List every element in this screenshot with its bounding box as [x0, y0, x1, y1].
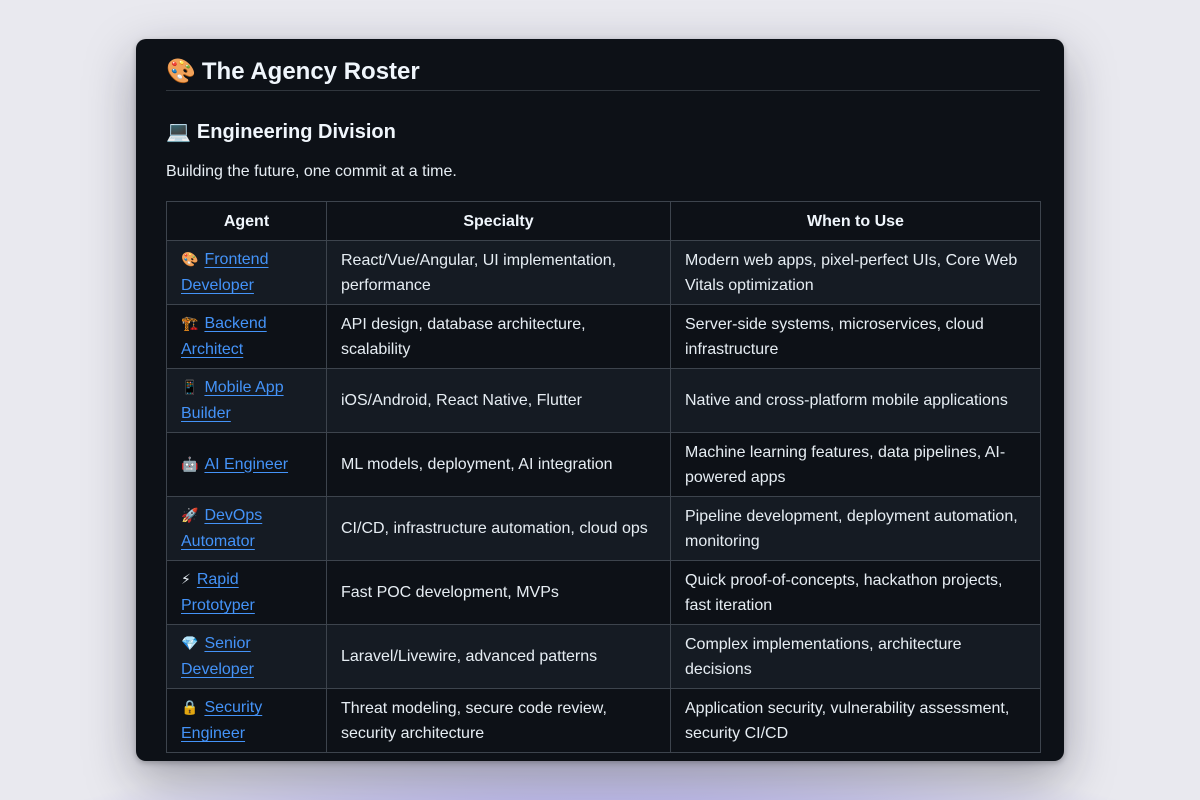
- agent-cell: 🔒 Security Engineer: [166, 688, 327, 753]
- specialty-cell: Threat modeling, secure code review, sec…: [326, 688, 671, 753]
- agent-roster-table: Agent Specialty When to Use 🎨 Frontend De…: [166, 201, 1041, 753]
- when-to-use-cell: Machine learning features, data pipeline…: [670, 432, 1041, 497]
- specialty-cell: CI/CD, infrastructure automation, cloud …: [326, 496, 671, 561]
- specialty-cell: Fast POC development, MVPs: [326, 560, 671, 625]
- agent-cell: ⚡ Rapid Prototyper: [166, 560, 327, 625]
- agent-link[interactable]: Rapid Prototyper: [181, 571, 255, 614]
- mobile-phone-icon: 📱: [181, 380, 199, 396]
- when-to-use-cell: Modern web apps, pixel-perfect UIs, Core…: [670, 240, 1041, 305]
- agent-cell: 🏗️ Backend Architect: [166, 304, 327, 369]
- table-row: ⚡ Rapid Prototyper Fast POC development, M…: [166, 560, 1041, 625]
- table-row: 🔒 Security Engineer Threat modeling, secur…: [166, 688, 1041, 753]
- table-row: 🤖 AI Engineer ML models, deployment, AI in…: [166, 432, 1041, 497]
- table-row: 💎 Senior Developer Laravel/Livewire, advan…: [166, 624, 1041, 689]
- palette-icon: 🎨: [166, 57, 196, 85]
- section-heading: 💻 Engineering Division: [166, 116, 396, 146]
- specialty-cell: ML models, deployment, AI integration: [326, 432, 671, 497]
- title-divider: [166, 90, 1040, 91]
- specialty-cell: Laravel/Livewire, advanced patterns: [326, 624, 671, 689]
- specialty-cell: React/Vue/Angular, UI implementation, pe…: [326, 240, 671, 305]
- column-header-specialty: Specialty: [326, 201, 671, 241]
- table-row: 🚀 DevOps Automator CI/CD, infrastructure a…: [166, 496, 1041, 561]
- robot-icon: 🤖: [181, 456, 199, 473]
- laptop-icon: 💻: [166, 119, 191, 143]
- construction-crane-icon: 🏗️: [181, 316, 199, 332]
- agent-cell: 💎 Senior Developer: [166, 624, 327, 689]
- palette-icon: 🎨: [181, 252, 199, 268]
- table-row: 🎨 Frontend Developer React/Vue/Angular, UI…: [166, 240, 1041, 305]
- document-window: 🎨 The Agency Roster 💻 Engineering Division…: [136, 39, 1064, 761]
- when-to-use-cell: Server-side systems, microservices, clou…: [670, 304, 1041, 369]
- specialty-cell: API design, database architecture, scala…: [326, 304, 671, 369]
- when-to-use-cell: Application security, vulnerability asse…: [670, 688, 1041, 753]
- table-header-row: Agent Specialty When to Use: [166, 201, 1041, 241]
- lock-icon: 🔒: [181, 700, 199, 716]
- specialty-cell: iOS/Android, React Native, Flutter: [326, 368, 671, 433]
- agent-cell: 🤖 AI Engineer: [166, 432, 327, 497]
- page-title: 🎨 The Agency Roster: [166, 53, 1040, 89]
- page-title-text: The Agency Roster: [201, 58, 420, 85]
- column-header-when-to-use: When to Use: [670, 201, 1041, 241]
- agent-cell: 🚀 DevOps Automator: [166, 496, 327, 561]
- when-to-use-cell: Pipeline development, deployment automat…: [670, 496, 1041, 561]
- agent-cell: 🎨 Frontend Developer: [166, 240, 327, 305]
- column-header-agent: Agent: [166, 201, 327, 241]
- rocket-icon: 🚀: [181, 508, 199, 524]
- gem-icon: 💎: [181, 636, 199, 652]
- section-description: Building the future, one commit at a tim…: [166, 163, 457, 180]
- table-row: 🏗️ Backend Architect API design, database …: [166, 304, 1041, 369]
- agent-cell: 📱 Mobile App Builder: [166, 368, 327, 433]
- when-to-use-cell: Complex implementations, architecture de…: [670, 624, 1041, 689]
- when-to-use-cell: Native and cross-platform mobile applica…: [670, 368, 1041, 433]
- agent-link[interactable]: AI Engineer: [204, 456, 288, 473]
- section-heading-text: Engineering Division: [196, 121, 396, 143]
- lightning-icon: ⚡: [181, 572, 191, 588]
- when-to-use-cell: Quick proof-of-concepts, hackathon proje…: [670, 560, 1041, 625]
- table-row: 📱 Mobile App Builder iOS/Android, React Na…: [166, 368, 1041, 433]
